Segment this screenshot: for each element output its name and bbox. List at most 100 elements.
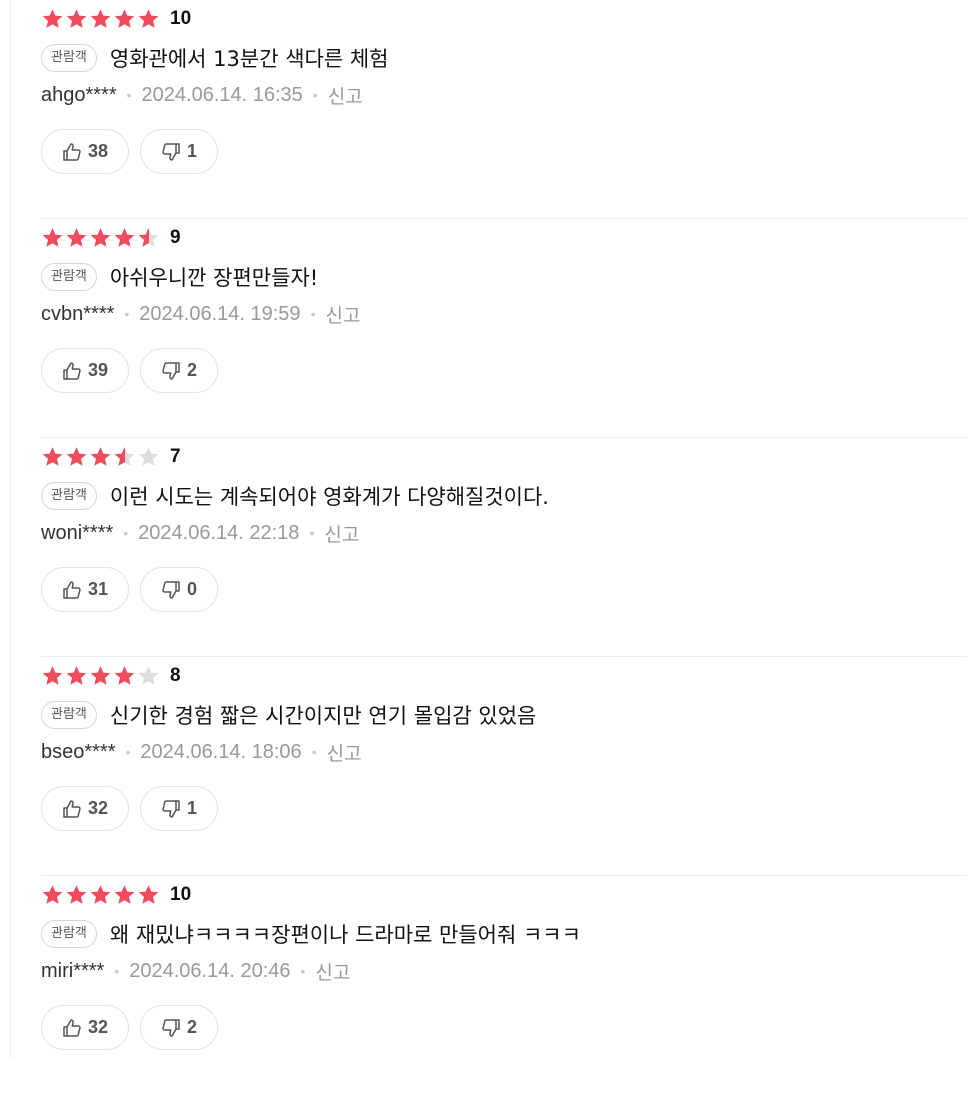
separator-dot: • [300,963,306,979]
separator-dot: • [125,744,131,760]
review-user-id: ahgo**** [41,83,117,106]
review-meta: bseo**** • 2024.06.14. 18:06 • 신고 [41,739,362,765]
review-item: 9 관람객 아쉬우니깐 장편만들자! cvbn**** • 2024.06.14… [41,219,967,438]
rating-row: 9 [41,226,181,250]
star-icon [137,227,160,249]
like-button[interactable]: 32 [41,786,129,831]
rating-row: 10 [41,883,191,907]
star-icon [113,446,136,468]
dislike-button[interactable]: 1 [140,129,218,174]
rating-row: 8 [41,664,181,688]
viewer-badge: 관람객 [41,920,97,948]
star-rating [41,227,160,249]
star-icon [65,227,88,249]
star-icon [41,227,64,249]
rating-score: 9 [170,227,181,248]
review-comment: 이런 시도는 계속되어야 영화계가 다양해질것이다. [109,485,549,509]
dislike-count: 1 [186,798,197,818]
thumbs-down-icon [161,142,181,162]
report-link[interactable]: 신고 [327,739,362,766]
star-icon [41,665,64,687]
separator-dot: • [123,525,129,541]
review-date: 2024.06.14. 20:46 [129,959,291,982]
dislike-button[interactable]: 2 [140,1005,218,1050]
star-icon [65,884,88,906]
review-meta: miri**** • 2024.06.14. 20:46 • 신고 [41,958,350,984]
comment-row: 관람객 이런 시도는 계속되어야 영화계가 다양해질것이다. [41,481,549,511]
like-count: 32 [87,1017,109,1037]
rating-score: 10 [170,8,192,29]
star-icon [65,665,88,687]
thumbs-down-icon [161,1018,181,1038]
like-button[interactable]: 32 [41,1005,129,1050]
review-user-id: woni**** [41,521,114,544]
review-meta: cvbn**** • 2024.06.14. 19:59 • 신고 [41,301,360,327]
report-link[interactable]: 신고 [328,82,363,109]
rating-score: 7 [170,446,181,467]
report-link[interactable]: 신고 [325,301,360,328]
review-date: 2024.06.14. 16:35 [141,83,303,106]
review-item: 7 관람객 이런 시도는 계속되어야 영화계가 다양해질것이다. woni***… [41,438,967,657]
review-comment: 왜 재밌냐ㅋㅋㅋㅋ장편이나 드라마로 만들어줘 ㅋㅋㅋ [109,923,581,947]
viewer-badge: 관람객 [41,701,97,729]
comment-row: 관람객 영화관에서 13분간 색다른 체험 [41,43,388,73]
dislike-button[interactable]: 1 [140,786,218,831]
like-button[interactable]: 31 [41,567,129,612]
like-count: 32 [87,798,109,818]
thumbs-up-icon [62,1018,82,1038]
star-icon [137,884,160,906]
like-count: 39 [87,360,109,380]
comment-row: 관람객 신기한 경험 짧은 시간이지만 연기 몰입감 있었음 [41,700,536,730]
review-meta: woni**** • 2024.06.14. 22:18 • 신고 [41,520,359,546]
review-comment: 영화관에서 13분간 색다른 체험 [109,47,389,71]
dislike-count: 1 [186,141,197,161]
star-icon [113,665,136,687]
like-count: 38 [87,141,109,161]
rating-score: 8 [170,665,181,686]
separator-dot: • [114,963,120,979]
review-user-id: cvbn**** [41,302,115,325]
star-rating [41,446,160,468]
dislike-count: 2 [186,1017,197,1037]
left-divider [10,0,11,1059]
star-icon [137,8,160,30]
report-link[interactable]: 신고 [315,958,350,985]
review-meta: ahgo**** • 2024.06.14. 16:35 • 신고 [41,82,363,108]
dislike-button[interactable]: 2 [140,348,218,393]
star-icon [65,446,88,468]
comment-row: 관람객 아쉬우니깐 장편만들자! [41,262,318,292]
thumbs-down-icon [161,580,181,600]
separator-dot: • [310,306,316,322]
review-item: 10 관람객 영화관에서 13분간 색다른 체험 ahgo**** • 2024… [41,0,967,219]
like-count: 31 [87,579,109,599]
rating-score: 10 [170,884,192,905]
viewer-badge: 관람객 [41,263,97,291]
dislike-button[interactable]: 0 [140,567,218,612]
star-rating [41,665,160,687]
review-item: 10 관람객 왜 재밌냐ㅋㅋㅋㅋ장편이나 드라마로 만들어줘 ㅋㅋㅋ miri*… [41,876,967,1095]
star-icon [89,665,112,687]
thumbs-down-icon [161,361,181,381]
separator-dot: • [124,306,130,322]
review-user-id: bseo**** [41,740,116,763]
review-comment: 신기한 경험 짧은 시간이지만 연기 몰입감 있었음 [109,704,537,728]
vote-buttons: 31 0 [41,567,218,612]
review-list: 10 관람객 영화관에서 13분간 색다른 체험 ahgo**** • 2024… [41,0,967,1095]
separator-dot: • [311,744,317,760]
comment-row: 관람객 왜 재밌냐ㅋㅋㅋㅋ장편이나 드라마로 만들어줘 ㅋㅋㅋ [41,919,581,949]
star-icon [89,446,112,468]
like-button[interactable]: 38 [41,129,129,174]
star-icon [65,8,88,30]
dislike-count: 2 [186,360,197,380]
star-icon [41,446,64,468]
thumbs-up-icon [62,580,82,600]
review-date: 2024.06.14. 19:59 [139,302,301,325]
star-icon [137,446,160,468]
star-rating [41,8,160,30]
report-link[interactable]: 신고 [324,520,359,547]
thumbs-up-icon [62,142,82,162]
star-icon [41,8,64,30]
star-icon [113,8,136,30]
like-button[interactable]: 39 [41,348,129,393]
star-icon [113,884,136,906]
